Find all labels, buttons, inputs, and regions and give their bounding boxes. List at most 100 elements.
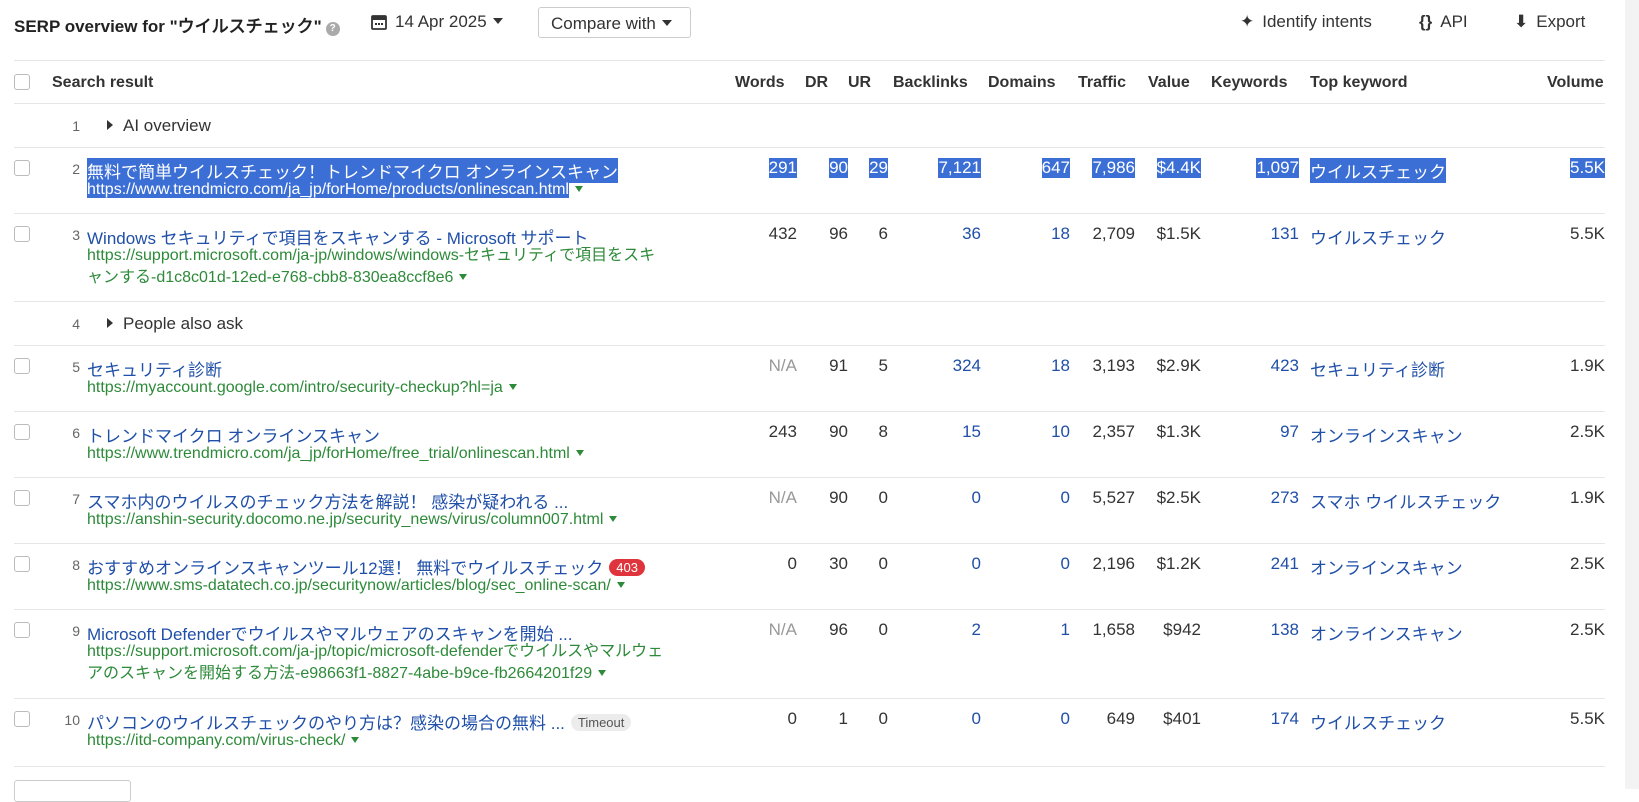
row-checkbox[interactable]: [14, 160, 30, 176]
cell-backlinks[interactable]: 0: [972, 554, 981, 574]
col-domains[interactable]: Domains: [988, 74, 1056, 92]
cell-top-keyword[interactable]: セキュリティ診断: [1310, 356, 1445, 381]
cell-backlinks[interactable]: 0: [972, 709, 981, 729]
row-checkbox[interactable]: [14, 226, 30, 242]
result-url-link[interactable]: https://support.microsoft.com/ja-jp/topi…: [87, 641, 663, 685]
cell-top-keyword[interactable]: ウイルスチェック: [1310, 709, 1446, 734]
caret-down-icon[interactable]: [508, 384, 517, 390]
cell-backlinks[interactable]: 15: [962, 422, 981, 442]
caret-down-icon[interactable]: [616, 582, 625, 588]
cell-domains[interactable]: 18: [1051, 356, 1070, 376]
cell-keywords[interactable]: 131: [1271, 224, 1299, 244]
cell-backlinks[interactable]: 0: [972, 488, 981, 508]
cell-backlinks[interactable]: 2: [972, 620, 981, 640]
table-row: 9 Microsoft Defenderでウイルスやマルウェアのスキャンを開始 …: [14, 610, 1605, 699]
row-checkbox[interactable]: [14, 711, 30, 727]
chevron-down-icon: [492, 18, 503, 24]
cell-words: 432: [768, 224, 797, 243]
cell-domains[interactable]: 10: [1051, 422, 1070, 442]
row-number: 9: [72, 623, 80, 639]
cell-volume: 2.5K: [1570, 422, 1605, 441]
cell-domains[interactable]: 0: [1061, 709, 1070, 729]
cell-keywords[interactable]: 241: [1271, 554, 1299, 574]
cell-top-keyword[interactable]: ウイルスチェック: [1310, 224, 1446, 249]
result-url-link[interactable]: https://anshin-security.docomo.ne.jp/sec…: [87, 509, 618, 531]
result-url-link[interactable]: https://www.trendmicro.com/ja_jp/forHome…: [87, 443, 584, 465]
cell-dr: 96: [829, 620, 848, 639]
row-checkbox[interactable]: [14, 556, 30, 572]
cell-keywords[interactable]: 97: [1280, 422, 1299, 442]
cell-ur: 0: [878, 554, 888, 573]
cell-dr: 90: [829, 422, 848, 441]
export-button[interactable]: ⬇ Export: [1514, 12, 1585, 32]
cell-value: $401: [1163, 709, 1201, 728]
cell-ur: 0: [878, 488, 888, 507]
cell-volume: 1.9K: [1570, 356, 1605, 375]
chevron-down-icon: [661, 20, 672, 26]
result-url-link[interactable]: https://www.trendmicro.com/ja_jp/forHome…: [87, 179, 583, 201]
people-also-ask-row[interactable]: 4 People also ask: [14, 302, 1605, 346]
cell-keywords[interactable]: 138: [1271, 620, 1299, 640]
row-number: 6: [72, 425, 80, 441]
cell-volume: 5.5K: [1570, 224, 1605, 243]
help-icon[interactable]: ?: [325, 22, 340, 36]
col-words[interactable]: Words: [735, 74, 784, 92]
ai-overview-row[interactable]: 1 AI overview: [14, 104, 1605, 148]
identify-intents-button[interactable]: ✦ Identify intents: [1240, 12, 1372, 32]
row-checkbox[interactable]: [14, 622, 30, 638]
cell-backlinks[interactable]: 36: [962, 224, 981, 244]
cell-domains[interactable]: 0: [1061, 488, 1070, 508]
row-number: 1: [72, 118, 80, 134]
caret-down-icon[interactable]: [459, 274, 468, 280]
cell-top-keyword[interactable]: スマホ ウイルスチェック: [1310, 488, 1501, 513]
caret-down-icon[interactable]: [609, 516, 618, 522]
caret-down-icon[interactable]: [351, 737, 360, 743]
col-ur[interactable]: UR: [848, 74, 871, 92]
cell-top-keyword[interactable]: オンラインスキャン: [1310, 422, 1463, 447]
cell-domains[interactable]: 1: [1061, 620, 1070, 640]
caret-down-icon[interactable]: [575, 450, 584, 456]
row-checkbox[interactable]: [14, 490, 30, 506]
result-url-link[interactable]: https://www.sms-datatech.co.jp/securityn…: [87, 575, 625, 597]
col-value[interactable]: Value: [1148, 74, 1190, 92]
row-checkbox[interactable]: [14, 358, 30, 374]
compare-with-dropdown[interactable]: Compare with: [538, 7, 691, 38]
cell-top-keyword[interactable]: オンラインスキャン: [1310, 554, 1463, 579]
cell-top-keyword[interactable]: ウイルスチェック: [1310, 158, 1446, 183]
row-number: 10: [64, 712, 80, 728]
people-also-ask-toggle[interactable]: People also ask: [107, 314, 243, 334]
result-url-link[interactable]: https://itd-company.com/virus-check/: [87, 730, 360, 752]
cell-keywords[interactable]: 273: [1271, 488, 1299, 508]
cell-value: $1.3K: [1156, 422, 1201, 441]
cell-domains[interactable]: 0: [1061, 554, 1070, 574]
api-button[interactable]: {} API: [1419, 12, 1468, 32]
col-keywords[interactable]: Keywords: [1211, 74, 1287, 92]
result-url-link[interactable]: https://support.microsoft.com/ja-jp/wind…: [87, 245, 655, 289]
row-checkbox[interactable]: [14, 424, 30, 440]
cell-backlinks[interactable]: 324: [953, 356, 981, 376]
col-dr[interactable]: DR: [805, 74, 828, 92]
result-url-link[interactable]: https://myaccount.google.com/intro/secur…: [87, 377, 517, 399]
ai-overview-toggle[interactable]: AI overview: [107, 116, 211, 136]
load-more-button[interactable]: [14, 780, 131, 802]
scrollbar[interactable]: [1625, 0, 1639, 789]
cell-keywords[interactable]: 174: [1271, 709, 1299, 729]
cell-backlinks[interactable]: 7,121: [938, 158, 981, 178]
cell-domains[interactable]: 18: [1051, 224, 1070, 244]
caret-down-icon[interactable]: [598, 670, 607, 676]
col-search-result[interactable]: Search result: [52, 74, 153, 92]
cell-volume: 5.5K: [1570, 709, 1605, 728]
col-top-keyword[interactable]: Top keyword: [1310, 74, 1408, 92]
date-picker[interactable]: 14 Apr 2025: [371, 12, 503, 32]
cell-domains[interactable]: 647: [1041, 158, 1070, 178]
col-traffic[interactable]: Traffic: [1078, 74, 1126, 92]
cell-value: $2.5K: [1156, 488, 1201, 507]
caret-right-icon: [107, 318, 113, 328]
cell-keywords[interactable]: 423: [1271, 356, 1299, 376]
col-backlinks[interactable]: Backlinks: [893, 74, 968, 92]
cell-keywords[interactable]: 1,097: [1256, 158, 1299, 178]
caret-down-icon[interactable]: [574, 186, 583, 192]
cell-top-keyword[interactable]: オンラインスキャン: [1310, 620, 1463, 645]
col-volume[interactable]: Volume: [1547, 74, 1604, 92]
select-all-checkbox[interactable]: [14, 74, 30, 90]
